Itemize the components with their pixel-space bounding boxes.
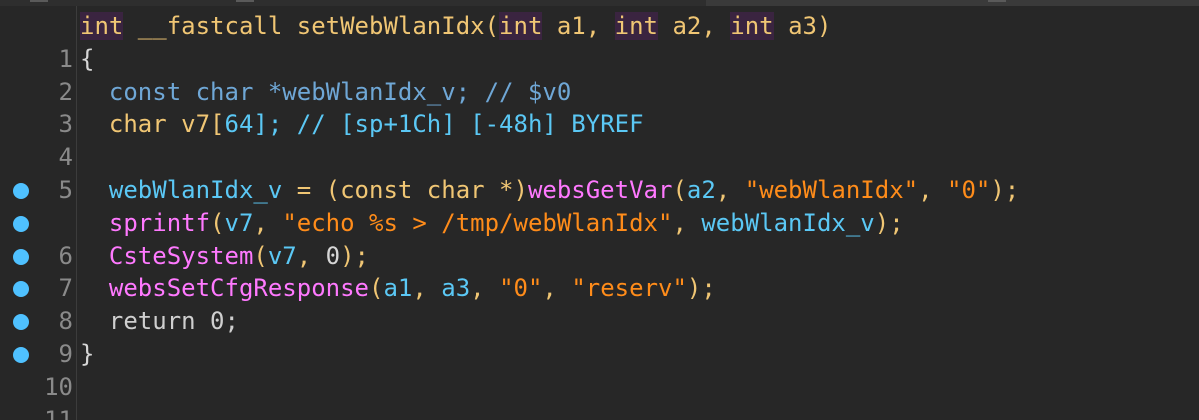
token-punct: , — [542, 274, 572, 303]
token-declaration: char v7[ — [80, 110, 225, 139]
line-content: websSetCfgResponse(a1, a3, "0", "reserv"… — [80, 272, 716, 305]
tab-indicator[interactable] — [30, 0, 48, 2]
token-punct: { — [80, 44, 95, 73]
token-punct: ( — [484, 12, 500, 40]
token-punct: , — [296, 241, 326, 270]
code-line[interactable]: 4 char v7[64]; // [sp+1Ch] [-48h] BYREF — [0, 108, 1199, 171]
token-variable: v7 — [267, 241, 297, 270]
breakpoint-icon[interactable] — [13, 182, 29, 199]
line-content: { — [80, 43, 94, 76]
token-number: 64 — [224, 110, 254, 139]
token-declaration: const char *webWlanIdx_v; // $v0 — [80, 77, 572, 106]
token-param: a2, — [658, 12, 731, 40]
breakpoint-icon[interactable] — [13, 215, 29, 232]
line-content: CsteSystem(v7, 0); — [80, 240, 369, 273]
token-punct: , — [253, 208, 283, 237]
token-param: a1, — [542, 12, 615, 40]
line-number: 11 — [44, 405, 73, 420]
token-function-call: websGetVar — [527, 175, 673, 204]
code-line[interactable]: 5 — [0, 141, 1199, 204]
token-function-call: sprintf — [80, 208, 211, 237]
token-variable: a2 — [686, 175, 716, 204]
token-punct: ( — [210, 208, 225, 237]
token-punct: , — [412, 274, 442, 303]
breakpoint-icon[interactable] — [13, 346, 29, 363]
token-string: "echo %s > /tmp/webWlanIdx" — [282, 208, 673, 237]
token-string: "webWlanIdx" — [744, 175, 919, 204]
token-variable: a1 — [383, 274, 413, 303]
token-number: 0 — [325, 241, 341, 270]
code-line[interactable]: 8 CsteSystem(v7, 0); — [0, 240, 1199, 335]
token-punct: ( — [253, 241, 268, 270]
token-string: "reserv" — [571, 274, 687, 303]
token-punct: } — [80, 339, 95, 368]
line-content: char v7[64]; // [sp+1Ch] [-48h] BYREF — [80, 108, 644, 141]
token-comment: ]; // [sp+1Ch] [-48h] BYREF — [253, 110, 644, 139]
token-keyword: int — [730, 12, 774, 40]
tab-indicator[interactable] — [236, 0, 254, 2]
breakpoint-icon[interactable] — [13, 248, 29, 265]
tab-indicator[interactable] — [988, 0, 1006, 2]
token-function-call: websSetCfgResponse — [80, 274, 369, 303]
token-punct: ( — [672, 175, 687, 204]
token-keyword: return — [80, 307, 211, 336]
token-function-name: setWebWlanIdx — [296, 12, 485, 40]
code-line[interactable]: 3 const char *webWlanIdx_v; // $v0 — [0, 76, 1199, 139]
token-keyword: int — [614, 12, 659, 40]
code-line[interactable]: 10 return 0; — [0, 305, 1199, 401]
code-line[interactable]: 1 int __fastcall setWebWlanIdx(int a1, i… — [0, 10, 1199, 73]
code-area[interactable]: 1 int __fastcall setWebWlanIdx(int a1, i… — [0, 10, 1199, 420]
token-punct: ); — [686, 274, 716, 303]
code-line[interactable]: 7 sprintf(v7, "echo %s > /tmp/webWlanIdx… — [0, 207, 1199, 302]
token-string: "0" — [499, 274, 543, 303]
token-keyword: __fastcall — [123, 12, 297, 40]
tab-strip-active-region[interactable] — [706, 0, 1199, 6]
token-keyword: int — [499, 12, 543, 40]
token-number: 0 — [210, 307, 225, 336]
token-punct: , — [672, 208, 702, 237]
breakpoint-icon[interactable] — [13, 281, 29, 298]
line-content: webWlanIdx_v = (const char *)websGetVar(… — [80, 174, 1019, 207]
code-line[interactable]: 9 websSetCfgResponse(a1, a3, "0", "reser… — [0, 272, 1199, 368]
token-punct: , — [470, 274, 500, 303]
token-variable: webWlanIdx_v — [701, 208, 875, 237]
token-variable: a3 — [441, 274, 471, 303]
token-variable: webWlanIdx_v — [80, 175, 283, 204]
line-content: const char *webWlanIdx_v; // $v0 — [80, 76, 571, 109]
breakpoint-icon[interactable] — [13, 314, 29, 331]
token-punct: , — [715, 175, 745, 204]
line-content: sprintf(v7, "echo %s > /tmp/webWlanIdx",… — [80, 207, 904, 240]
code-editor-window: 1 int __fastcall setWebWlanIdx(int a1, i… — [0, 0, 1199, 420]
code-line[interactable]: 2 { — [0, 43, 1199, 106]
line-content: return 0; — [80, 305, 239, 338]
token-punct: ); — [874, 208, 904, 237]
token-keyword: int — [80, 12, 124, 40]
token-variable: v7 — [224, 208, 254, 237]
token-param: a3) — [773, 12, 832, 40]
token-punct: ); — [340, 241, 370, 270]
token-cast: = (const char *) — [282, 175, 528, 204]
code-line[interactable]: 6 webWlanIdx_v = (const char *)websGetVa… — [0, 174, 1199, 270]
line-content: } — [80, 338, 94, 371]
token-punct: ; — [224, 307, 239, 336]
token-punct: ( — [368, 274, 384, 303]
code-line[interactable]: 11 } — [0, 338, 1199, 420]
token-function-call: CsteSystem — [80, 241, 254, 270]
token-string: "0" — [947, 175, 991, 204]
line-content: int __fastcall setWebWlanIdx(int a1, int… — [80, 10, 831, 43]
token-punct: , — [918, 175, 947, 204]
token-punct: ); — [990, 175, 1020, 204]
